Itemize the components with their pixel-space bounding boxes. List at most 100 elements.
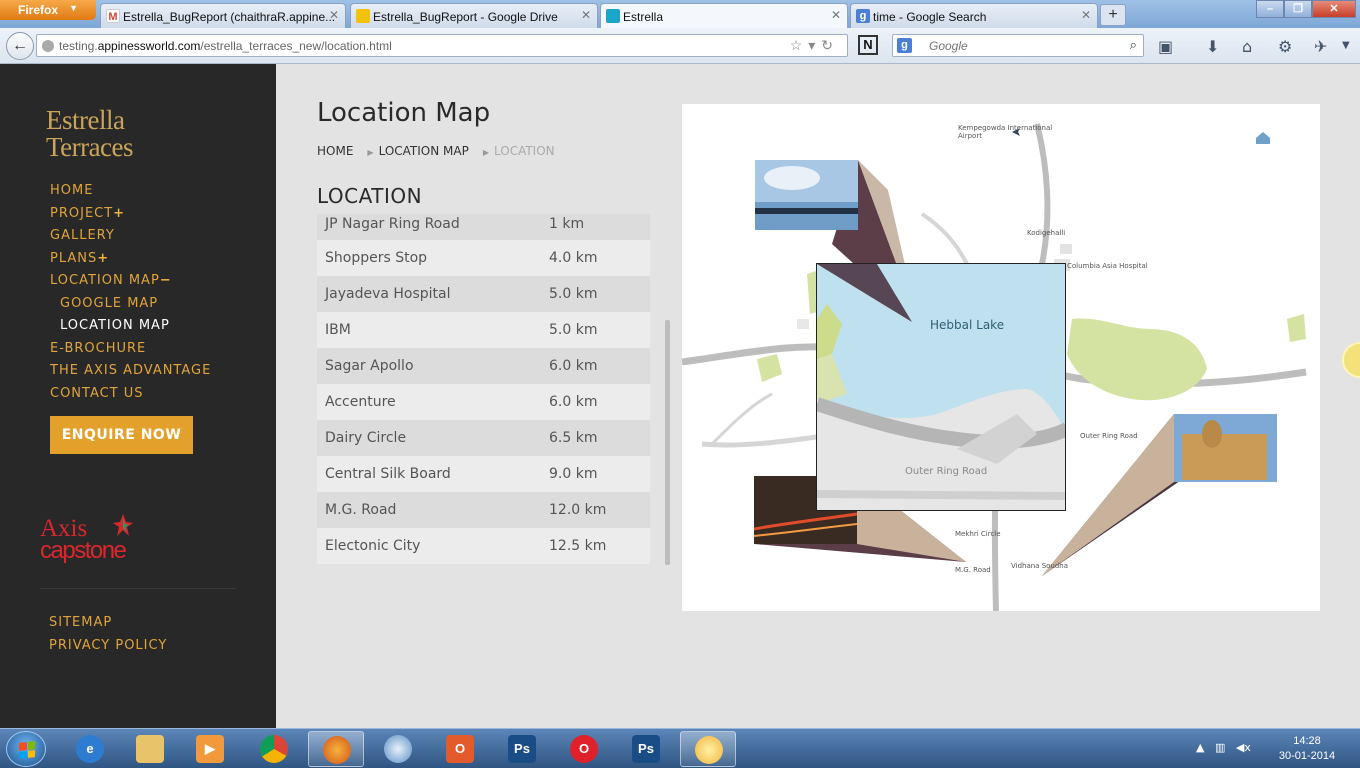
download-icon[interactable]: ⬇ (1206, 37, 1219, 56)
table-scrollbar[interactable] (665, 320, 670, 565)
bookmarks-icon[interactable]: ▣ (1158, 37, 1173, 56)
taskbar-photoshop-1[interactable]: Ps (494, 731, 550, 767)
logo-line2: Terraces (46, 132, 134, 162)
close-icon[interactable]: ✕ (1081, 8, 1091, 22)
page-title: Location Map (317, 98, 491, 128)
system-clock[interactable]: 14:28 30-01-2014 (1270, 734, 1344, 764)
place-name: Electonic City (325, 538, 421, 554)
taskbar-outlook[interactable]: O (432, 731, 488, 767)
file-explorer-icon (136, 735, 164, 763)
hebbal-lake-label: Hebbal Lake (930, 318, 1005, 332)
url-bar[interactable]: testing.appinessworld.com/estrella_terra… (36, 34, 848, 57)
menu-item-location-map[interactable]: LOCATION MAP− (50, 274, 211, 297)
safari-icon (384, 735, 412, 763)
bookmark-star-icon[interactable]: ☆▾↻ (790, 37, 839, 54)
estrella-terraces-logo[interactable]: Estrella Terraces (46, 107, 134, 162)
airport-label: Kempegowda International (958, 124, 1053, 132)
search-input[interactable]: g Google ⌕ (892, 34, 1144, 57)
tab-title: time - Google Search (873, 10, 987, 24)
partner-logo-line2: capstone (40, 537, 127, 564)
distance-table: JP Nagar Ring Road 1 km Shoppers Stop 4.0 … (317, 214, 650, 567)
breadcrumb-home[interactable]: HOME (317, 144, 353, 158)
breadcrumb-location-map[interactable]: LOCATION MAP (379, 144, 469, 158)
privacy-policy-link[interactable]: PRIVACY POLICY (49, 638, 167, 661)
windows-taskbar: e ▶ O Ps O Ps ▲ ▥ ◀x 14:28 30-01-2014 (0, 728, 1360, 768)
close-icon[interactable]: ✕ (581, 8, 591, 22)
menu-item-home[interactable]: HOME (50, 184, 211, 207)
table-row: Central Silk Board 9.0 km (317, 456, 650, 492)
place-name: Sagar Apollo (325, 358, 414, 374)
axis-star-icon (113, 514, 133, 536)
tools-icon[interactable]: ✈ (1314, 37, 1327, 56)
chevron-down-icon[interactable]: ▼ (1342, 40, 1350, 51)
taskbar-firefox[interactable] (308, 731, 364, 767)
axis-capstone-logo[interactable]: Axis capstone (40, 514, 140, 577)
network-icon[interactable]: ▥ (1215, 741, 1225, 754)
tab-google-search[interactable]: g time - Google Search ✕ (850, 3, 1098, 28)
zoom-road-label: Outer Ring Road (905, 466, 988, 477)
home-icon[interactable]: ⌂ (1242, 37, 1252, 56)
window-close-button[interactable]: ✕ (1312, 0, 1356, 18)
start-button[interactable] (6, 731, 46, 767)
table-row: Sagar Apollo 6.0 km (317, 348, 650, 384)
search-icon[interactable]: ⌕ (1130, 37, 1137, 53)
n-addon-icon[interactable]: N (858, 35, 878, 55)
menu-subitem-location-map[interactable]: LOCATION MAP (50, 319, 211, 342)
menu-item-project[interactable]: PROJECT+ (50, 205, 211, 230)
google-drive-icon (356, 9, 370, 23)
taskbar-chrome[interactable] (246, 731, 302, 767)
menu-item-plans[interactable]: PLANS+ (50, 251, 211, 275)
menu-item-contact-us[interactable]: CONTACT US (50, 386, 211, 410)
firefox-menu-label: Firefox (18, 3, 59, 17)
restore-button[interactable]: ❐ (1284, 0, 1312, 18)
outlook-icon: O (446, 735, 474, 763)
enquire-now-button[interactable]: ENQUIRE NOW (50, 416, 193, 454)
google-search-engine-icon[interactable]: g (897, 38, 912, 53)
new-tab-button[interactable]: + (1100, 4, 1126, 26)
close-icon[interactable]: ✕ (831, 8, 841, 22)
distance-value: 1 km (549, 216, 585, 232)
internet-explorer-icon: e (76, 735, 104, 763)
menu-item-axis-advantage[interactable]: THE AXIS ADVANTAGE (50, 364, 211, 387)
tab-title: Estrella_BugReport (chaithraR.appine... (123, 10, 336, 24)
breadcrumb-current: LOCATION (493, 144, 555, 158)
addon-icon[interactable]: ⚙ (1278, 37, 1292, 56)
tray-expand-icon[interactable]: ▲ (1196, 741, 1204, 754)
map-label-mekhri-circle: Mekhri Circle (955, 530, 1001, 538)
menu-item-e-brochure[interactable]: E-BROCHURE (50, 341, 211, 365)
menu-subitem-google-map[interactable]: GOOGLE MAP (50, 296, 211, 320)
taskbar-file-explorer[interactable] (122, 731, 178, 767)
distance-value: 6.0 km (549, 358, 598, 374)
distance-value: 12.5 km (549, 538, 607, 554)
breadcrumb-arrow-icon: ▶ (367, 148, 374, 157)
taskbar-internet-explorer[interactable]: e (62, 731, 118, 767)
place-name: Dairy Circle (325, 430, 407, 446)
url-prefix: testing. (59, 39, 98, 53)
place-name: IBM (325, 322, 351, 338)
expand-icon: + (113, 205, 126, 221)
opera-icon: O (570, 735, 598, 763)
taskbar-photoshop-2[interactable]: Ps (618, 731, 674, 767)
location-map[interactable]: Kempegowda International Airport Kodigeh… (682, 104, 1320, 611)
place-name: Central Silk Board (325, 466, 451, 482)
tab-estrella[interactable]: Estrella ✕ (600, 3, 848, 28)
firefox-menu-button[interactable]: Firefox ▼ (0, 0, 96, 20)
place-name: JP Nagar Ring Road (325, 216, 460, 232)
taskbar-safari[interactable] (370, 731, 426, 767)
airport-label-2: Airport (958, 132, 982, 140)
volume-muted-icon[interactable]: ◀x (1236, 741, 1251, 754)
sitemap-link[interactable]: SITEMAP (49, 615, 167, 638)
map-zoom-lens[interactable]: Hebbal Lake Outer Ring Road (816, 263, 1066, 511)
tab-google-drive[interactable]: Estrella_BugReport - Google Drive ✕ (350, 3, 598, 28)
taskbar-sun-app[interactable] (680, 731, 736, 767)
tab-title: Estrella_BugReport - Google Drive (373, 10, 558, 24)
menu-item-gallery[interactable]: GALLERY (50, 229, 211, 252)
url-path: /estrella_terraces_new/location.html (200, 39, 392, 53)
tab-gmail[interactable]: M Estrella_BugReport (chaithraR.appine..… (100, 3, 346, 28)
taskbar-opera[interactable]: O (556, 731, 612, 767)
close-icon[interactable]: ✕ (329, 8, 339, 22)
place-name: Shoppers Stop (325, 250, 428, 266)
taskbar-media-player[interactable]: ▶ (182, 731, 238, 767)
minimize-button[interactable]: – (1256, 0, 1284, 18)
back-button[interactable]: ← (6, 32, 34, 60)
